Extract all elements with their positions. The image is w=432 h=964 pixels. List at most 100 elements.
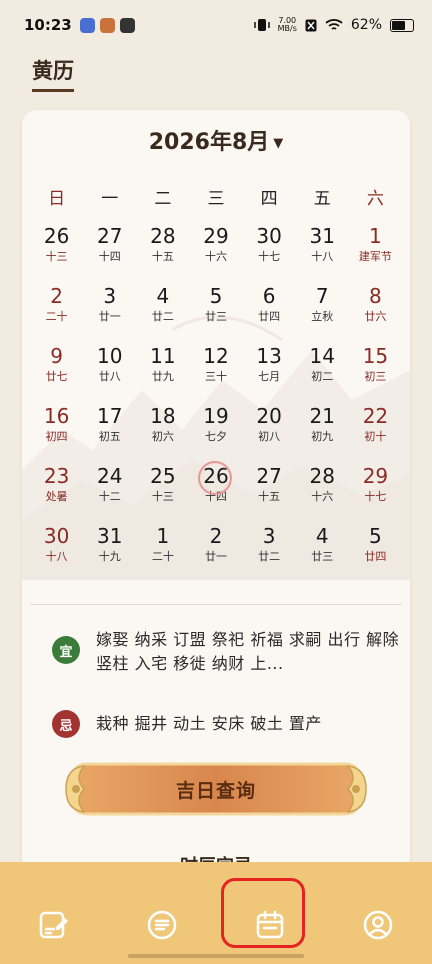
calendar-day[interactable]: 6 廿四 — [243, 284, 296, 344]
calendar-day-selected[interactable]: 26十四 — [189, 461, 242, 524]
day-number: 15 — [362, 344, 389, 368]
calendar-day[interactable]: 17 初五 — [83, 404, 136, 464]
lunar-date: 廿二 — [258, 550, 281, 563]
day-number: 22 — [362, 404, 389, 428]
network-speed-unit: MB/s — [277, 24, 297, 33]
calendar-day[interactable]: 24 十二 — [83, 464, 136, 524]
nav-profile[interactable] — [351, 898, 405, 952]
calendar-day[interactable]: 4 廿三 — [296, 524, 349, 584]
battery-percent: 62% — [350, 17, 382, 33]
calendar-day[interactable]: 21 初九 — [296, 404, 349, 464]
tiktok-app-icon — [119, 17, 135, 33]
calendar-day[interactable]: 7 立秋 — [296, 284, 349, 344]
calendar-day[interactable]: 20 初八 — [243, 404, 296, 464]
today-ring — [197, 461, 232, 495]
weekday-label: 三 — [207, 189, 225, 209]
calendar-day[interactable]: 4 廿二 — [136, 284, 189, 344]
calendar-day[interactable]: 10 廿八 — [83, 344, 136, 404]
calendar-day[interactable]: 22 初十 — [349, 404, 402, 464]
calendar-day[interactable]: 3 廿一 — [83, 284, 136, 344]
calendar-day[interactable]: 11 廿九 — [136, 344, 189, 404]
lunar-date: 二十 — [151, 550, 174, 563]
day-number: 28 — [150, 224, 176, 248]
calendar-day[interactable]: 29 十六 — [189, 224, 242, 284]
day-number: 27 — [256, 464, 282, 488]
calendar-day[interactable]: 12 三十 — [189, 344, 242, 404]
calendar-day[interactable]: 9 廿七 — [30, 344, 83, 404]
day-number: 17 — [96, 404, 123, 428]
lunar-date: 十四 — [98, 250, 121, 263]
sim-disabled-icon — [305, 19, 317, 31]
day-number: 16 — [43, 404, 70, 428]
day-number: 30 — [256, 224, 282, 248]
calendar-day[interactable]: 14 初二 — [296, 344, 349, 404]
ji-activities-text: 栽种 掘井 动土 安床 破土 置产 — [96, 714, 322, 733]
day-number: 9 — [50, 344, 63, 368]
calendar-day[interactable]: 30 十八 — [30, 524, 83, 584]
game-app-icon — [79, 17, 95, 33]
calendar-day[interactable]: 23 处暑 — [30, 464, 83, 524]
yi-badge: 宜 — [52, 636, 80, 664]
calendar-day[interactable]: 25 十三 — [136, 464, 189, 524]
lunar-date: 十五 — [151, 250, 174, 263]
calendar-day[interactable]: 27 十五 — [243, 464, 296, 524]
calendar-day[interactable]: 8 廿六 — [349, 284, 402, 344]
day-number: 8 — [369, 284, 382, 308]
day-number: 4 — [156, 284, 170, 308]
calendar-day[interactable]: 31 十九 — [83, 524, 136, 584]
day-number: 19 — [203, 404, 229, 428]
calendar-day[interactable]: 2 廿一 — [189, 524, 242, 584]
nav-calendar[interactable] — [221, 878, 305, 952]
lunar-date: 十三 — [45, 250, 68, 263]
lunar-date: 十八 — [311, 250, 334, 263]
calendar-day[interactable]: 28 十五 — [136, 224, 189, 284]
ji-badge: 忌 — [52, 710, 80, 738]
calendar-day[interactable]: 1 二十 — [136, 524, 189, 584]
day-number: 27 — [96, 224, 123, 248]
calendar-day[interactable]: 2 二十 — [30, 284, 83, 344]
weekday-label: 四 — [260, 189, 278, 209]
calendar-day[interactable]: 5 廿四 — [349, 524, 402, 584]
day-number: 24 — [96, 464, 123, 488]
nav-notes[interactable] — [27, 898, 81, 952]
active-tab-highlight — [221, 878, 305, 948]
calendar-day[interactable]: 3 廿二 — [243, 524, 296, 584]
lunar-date: 廿二 — [151, 310, 174, 323]
lunar-date: 处暑 — [45, 490, 68, 503]
day-number: 6 — [262, 284, 276, 308]
calendar-day[interactable]: 15 初三 — [349, 344, 402, 404]
lunar-date: 十五 — [258, 490, 281, 503]
calendar-day[interactable]: 19 七夕 — [189, 404, 242, 464]
weekday-label: 一 — [101, 189, 119, 209]
month-selector[interactable]: 2026年8月 ▼ — [22, 124, 410, 156]
lunar-date: 廿一 — [98, 310, 121, 323]
day-number: 30 — [43, 524, 70, 548]
lunar-date: 十三 — [151, 490, 174, 503]
nav-articles[interactable] — [135, 898, 189, 952]
calendar-day[interactable]: 26 十三 — [30, 224, 83, 284]
calendar-day[interactable]: 1 建军节 — [349, 224, 402, 284]
query-button-label: 吉日查询 — [175, 779, 256, 802]
calendar-day[interactable]: 30 十七 — [243, 224, 296, 284]
day-number: 10 — [96, 344, 123, 368]
day-number: 7 — [315, 284, 329, 308]
calendar-day[interactable]: 28 十六 — [296, 464, 349, 524]
day-number: 12 — [203, 344, 229, 368]
caret-down-icon: ▼ — [273, 135, 284, 151]
calendar-day[interactable]: 29 十七 — [349, 464, 402, 524]
lunar-date: 初六 — [151, 430, 174, 443]
calendar-day[interactable]: 31 十八 — [296, 224, 349, 284]
calendar-grid: 26 十三 27 十四 28 十五 29 十六 30 十七 31 十八 1 建军节 2 二十 3 廿一 4 廿二 5 廿三… — [30, 224, 402, 584]
calendar-day[interactable]: 5 廿三 — [189, 284, 242, 344]
lunar-date: 十九 — [98, 550, 121, 563]
calendar-day[interactable]: 18 初六 — [136, 404, 189, 464]
auspicious-day-query-button[interactable]: 吉日查询 — [62, 750, 370, 828]
day-number: 31 — [309, 224, 335, 248]
lunar-date: 立秋 — [311, 310, 334, 323]
lunar-date: 廿八 — [98, 370, 121, 383]
calendar-day[interactable]: 27 十四 — [83, 224, 136, 284]
calendar-day[interactable]: 13 七月 — [243, 344, 296, 404]
status-right: 7.00 MB/s 62% — [253, 17, 414, 33]
lunar-date: 十二 — [98, 490, 121, 503]
calendar-day[interactable]: 16 初四 — [30, 404, 83, 464]
